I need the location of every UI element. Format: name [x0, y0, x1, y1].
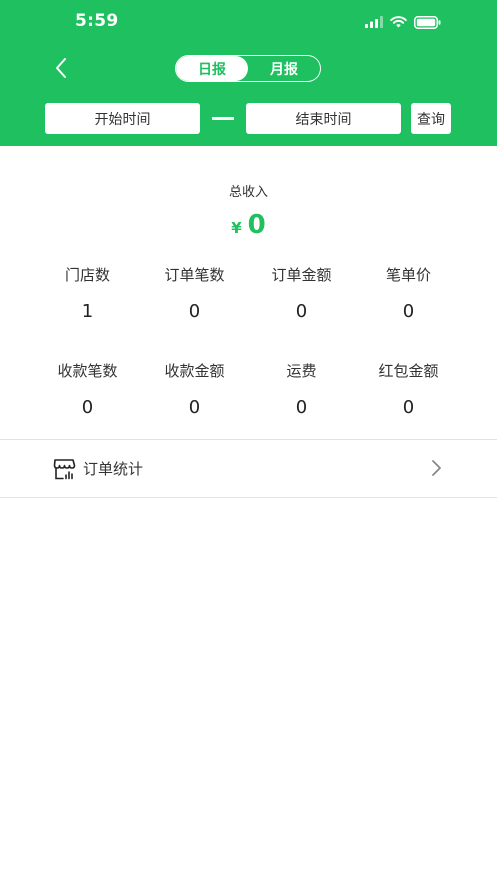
- stat-order-count: 订单笔数 0: [141, 264, 248, 324]
- stat-value: 0: [81, 397, 94, 418]
- stat-label: 收款笔数: [57, 362, 118, 380]
- cellular-signal-icon: [365, 16, 383, 28]
- stat-shipping-fee: 运费 0: [248, 360, 355, 420]
- stat-value: 0: [188, 397, 201, 418]
- battery-icon: [414, 15, 441, 29]
- stat-value: 0: [295, 397, 308, 418]
- stat-red-packet-amount: 红包金额 0: [355, 360, 462, 420]
- wifi-icon: [390, 16, 407, 28]
- start-time-field[interactable]: 开始时间: [45, 103, 200, 134]
- total-income-label: 总收入: [228, 185, 268, 200]
- status-bar: 5:59: [0, 0, 497, 46]
- stat-value: 0: [402, 301, 415, 322]
- stats-row-1: 门店数 1 订单笔数 0 订单金额 0 笔单价 0: [34, 264, 462, 324]
- total-income-amount: 0: [247, 210, 266, 240]
- chevron-left-icon: [56, 58, 66, 78]
- order-statistics-label: 订单统计: [83, 460, 144, 478]
- stat-value: 0: [188, 301, 201, 322]
- stat-store-count: 门店数 1: [34, 264, 141, 324]
- stat-order-amount: 订单金额 0: [248, 264, 355, 324]
- back-button[interactable]: [46, 52, 76, 84]
- header-bar: 5:59 日报 月报 开始时间 结束时间 查询: [0, 0, 497, 146]
- status-time: 5:59: [75, 11, 119, 31]
- total-income-value: ¥0: [0, 210, 497, 240]
- query-button[interactable]: 查询: [411, 103, 451, 134]
- stats-row-2: 收款笔数 0 收款金额 0 运费 0 红包金额 0: [34, 360, 462, 420]
- stat-average-price: 笔单价 0: [355, 264, 462, 324]
- stat-label: 收款金额: [164, 362, 225, 380]
- currency-symbol: ¥: [231, 219, 242, 237]
- store-chart-icon: [53, 459, 76, 480]
- stat-label: 门店数: [64, 266, 110, 284]
- stat-payment-count: 收款笔数 0: [34, 360, 141, 420]
- stat-value: 0: [295, 301, 308, 322]
- stat-label: 订单笔数: [164, 266, 225, 284]
- end-time-field[interactable]: 结束时间: [246, 103, 401, 134]
- tab-daily-report[interactable]: 日报: [176, 56, 248, 81]
- divider: [0, 497, 497, 498]
- stat-label: 笔单价: [385, 266, 431, 284]
- tab-monthly-report[interactable]: 月报: [248, 56, 320, 81]
- stat-value: 0: [402, 397, 415, 418]
- stat-label: 运费: [286, 362, 317, 380]
- order-statistics-row[interactable]: 订单统计: [0, 440, 497, 497]
- date-range-dash: [212, 117, 234, 120]
- stat-value: 1: [81, 301, 94, 322]
- stat-label: 订单金额: [271, 266, 332, 284]
- stat-label: 红包金额: [378, 362, 439, 380]
- chevron-right-icon: [432, 460, 441, 476]
- stat-payment-amount: 收款金额 0: [141, 360, 248, 420]
- status-icons: [365, 15, 441, 29]
- report-type-toggle: 日报 月报: [175, 55, 321, 82]
